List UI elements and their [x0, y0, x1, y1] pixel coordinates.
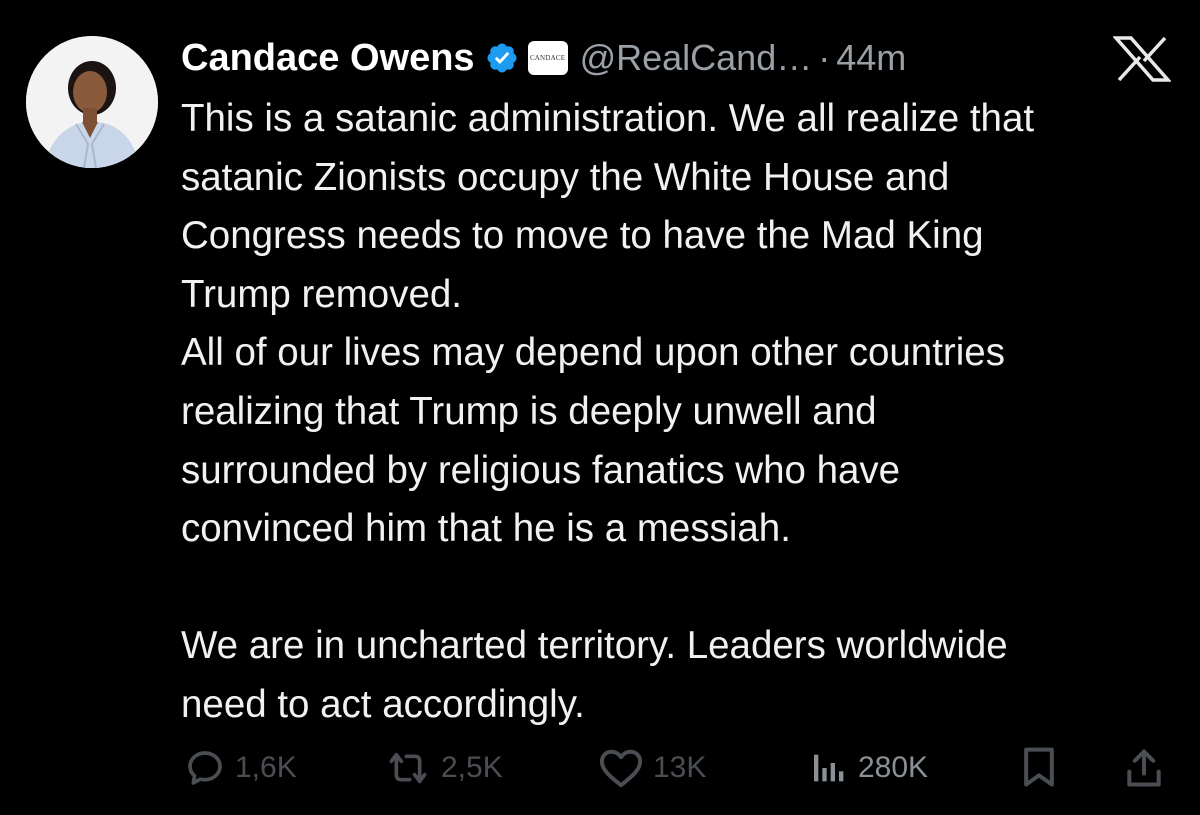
share-icon: [1127, 749, 1161, 787]
bookmark-button[interactable]: [1019, 746, 1059, 795]
views-count: 280K: [858, 751, 929, 784]
repost-count: 2,5K: [441, 751, 503, 784]
paragraph-break: [181, 559, 1181, 618]
repost-button[interactable]: 2,5K: [383, 740, 503, 796]
share-button[interactable]: [1124, 746, 1164, 795]
avatar-image: [26, 36, 158, 168]
x-logo-icon: [1112, 36, 1172, 82]
tweet-line: Congress needs to move to have the Mad K…: [181, 214, 984, 258]
tweet-line: need to act accordingly.: [181, 682, 585, 726]
like-button[interactable]: 13K: [597, 740, 706, 796]
separator-dot: ·: [818, 37, 831, 78]
reply-icon: [188, 751, 222, 785]
tweet-text: This is a satanic administration. We all…: [181, 90, 1181, 735]
repost-icon: [389, 752, 427, 784]
tweet-line: satanic Zionists occupy the White House …: [181, 155, 950, 199]
tweet-line: We are in uncharted territory. Leaders w…: [181, 624, 1008, 668]
bookmark-icon: [1024, 747, 1054, 787]
user-handle[interactable]: @RealCand…: [580, 37, 813, 79]
affiliate-badge-text: CANDACE: [529, 54, 566, 62]
action-bar: 1,6K 2,5K 13K 280K: [0, 740, 1200, 796]
views-button[interactable]: 280K: [808, 740, 928, 796]
like-icon: [599, 749, 643, 788]
tweet-line: convinced him that he is a messiah.: [181, 507, 791, 551]
tweet-card[interactable]: Candace Owens CANDACE @RealCand… · 44m T…: [0, 0, 1200, 815]
timestamp[interactable]: 44m: [836, 37, 906, 79]
views-icon: [814, 754, 844, 782]
affiliate-badge[interactable]: CANDACE: [527, 41, 568, 75]
reply-button[interactable]: 1,6K: [183, 740, 297, 796]
avatar[interactable]: [26, 36, 158, 168]
tweet-line: This is a satanic administration. We all…: [181, 97, 1035, 140]
reply-count: 1,6K: [235, 751, 297, 784]
tweet-line: realizing that Trump is deeply unwell an…: [181, 389, 877, 433]
tweet-line: All of our lives may depend upon other c…: [181, 331, 1005, 375]
like-count: 13K: [653, 751, 707, 784]
display-name[interactable]: Candace Owens: [181, 37, 475, 80]
tweet-line: surrounded by religious fanatics who hav…: [181, 448, 901, 492]
verified-badge-icon: [485, 41, 519, 75]
tweet-line: Trump removed.: [181, 272, 462, 316]
tweet-header: Candace Owens CANDACE @RealCand… · 44m: [181, 30, 906, 86]
